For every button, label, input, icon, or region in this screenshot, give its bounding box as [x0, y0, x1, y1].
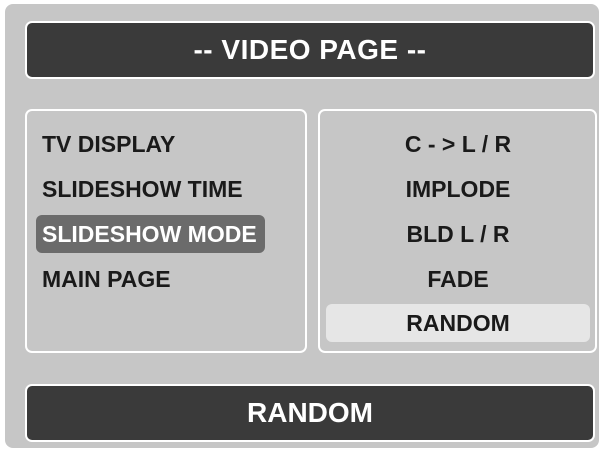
option-label: C - > L / R: [404, 130, 512, 157]
option-random[interactable]: RANDOM: [326, 304, 590, 342]
option-c-to-lr[interactable]: C - > L / R: [326, 125, 590, 163]
menu-item-label: SLIDESHOW MODE: [42, 220, 257, 247]
menu-item-slideshow-time[interactable]: SLIDESHOW TIME: [36, 170, 251, 208]
option-label: IMPLODE: [405, 175, 511, 202]
option-bld-lr[interactable]: BLD L / R: [326, 215, 590, 253]
page-title: -- VIDEO PAGE --: [25, 21, 595, 79]
option-fade[interactable]: FADE: [326, 260, 590, 298]
option-implode[interactable]: IMPLODE: [326, 170, 590, 208]
menu-item-label: SLIDESHOW TIME: [42, 175, 243, 202]
option-label: FADE: [427, 265, 489, 292]
menu-item-label: MAIN PAGE: [42, 265, 171, 292]
option-label: BLD L / R: [406, 220, 510, 247]
menu-item-tv-display[interactable]: TV DISPLAY: [36, 125, 183, 163]
menu-item-label: TV DISPLAY: [42, 130, 176, 157]
menu-item-slideshow-mode[interactable]: SLIDESHOW MODE: [36, 215, 265, 253]
current-value-bar: RANDOM: [25, 384, 595, 442]
page-title-text: -- VIDEO PAGE --: [193, 34, 427, 65]
video-page-screen: -- VIDEO PAGE -- TV DISPLAY SLIDESHOW TI…: [5, 4, 599, 448]
current-value-text: RANDOM: [247, 397, 373, 428]
option-label: RANDOM: [406, 309, 510, 336]
settings-menu-panel: TV DISPLAY SLIDESHOW TIME SLIDESHOW MODE…: [25, 109, 307, 353]
slideshow-mode-options-panel: C - > L / R IMPLODE BLD L / R FADE RANDO…: [318, 109, 597, 353]
menu-item-main-page[interactable]: MAIN PAGE: [36, 260, 179, 298]
